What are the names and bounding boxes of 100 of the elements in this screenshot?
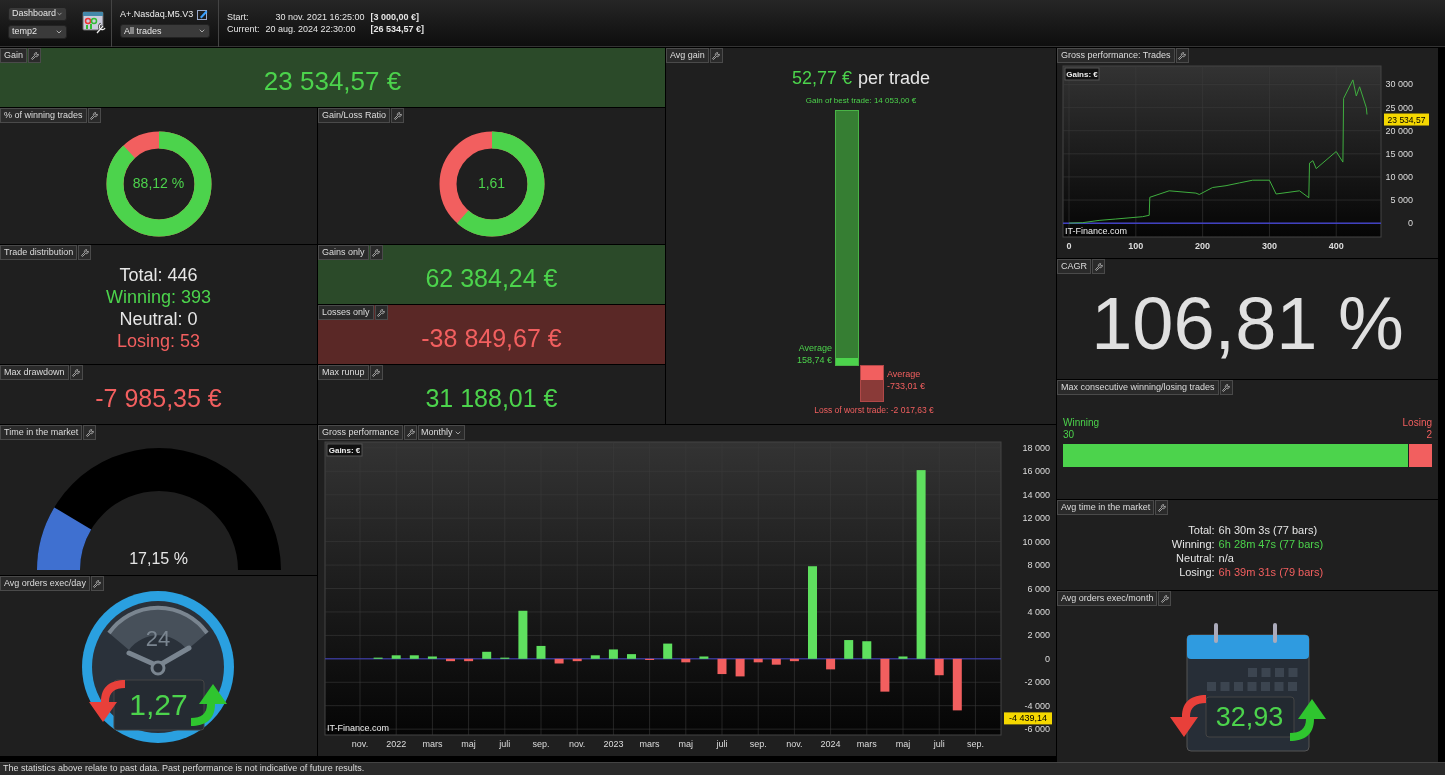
bar	[717, 658, 727, 675]
settings-button[interactable]	[404, 425, 418, 440]
value-text: -7 985,35 €	[95, 383, 222, 415]
panel-title: Time in the market	[0, 425, 83, 440]
wrench-icon	[1157, 503, 1166, 512]
axis-label: juli	[933, 739, 945, 749]
average-loss-label: Average	[887, 368, 922, 380]
trade-filter-select[interactable]: All trades	[120, 24, 210, 39]
axis-label: 10 000	[1022, 536, 1050, 547]
settings-button[interactable]	[78, 245, 92, 260]
axis-label: maj	[895, 739, 911, 749]
settings-button[interactable]	[369, 245, 383, 260]
axis-label: 300	[1261, 241, 1277, 251]
bar	[482, 651, 492, 659]
edit-icon[interactable]	[197, 9, 209, 20]
settings-button[interactable]	[1219, 380, 1233, 395]
chevron-icon	[55, 28, 63, 36]
bar	[464, 658, 474, 662]
value-text: 23 534,57 €	[263, 64, 402, 98]
wrench-icon	[85, 428, 94, 437]
axis-label: nov.	[786, 739, 803, 749]
settings-button[interactable]	[1092, 259, 1105, 274]
value-text: 17,15 %	[129, 549, 188, 569]
settings-button[interactable]	[374, 305, 388, 320]
settings-button[interactable]	[69, 365, 83, 380]
axis-label: 2024	[820, 739, 841, 749]
settings-button[interactable]	[709, 48, 723, 63]
settings-button[interactable]	[28, 48, 41, 63]
axis-label: sep.	[749, 739, 767, 749]
calendar-icon	[1169, 623, 1326, 753]
stat-value: 53	[180, 330, 201, 352]
settings-button[interactable]	[87, 108, 101, 123]
worst-trade-label: Loss of worst trade: -2 017,63 €	[814, 404, 934, 417]
bar	[663, 643, 673, 659]
average-loss-marker	[861, 366, 883, 380]
current-label: Current:	[227, 23, 260, 35]
wrench-icon	[72, 368, 81, 377]
axis-label: 14 000	[1022, 489, 1050, 500]
bar	[572, 658, 582, 662]
wrench-icon	[1160, 594, 1169, 603]
settings-button[interactable]	[1158, 591, 1172, 606]
axis-label: 4 000	[1027, 606, 1050, 617]
wrench-icon	[372, 368, 381, 377]
per-trade-label: per trade	[858, 67, 931, 90]
axis-label: 5 000	[1390, 195, 1413, 206]
period-select[interactable]: Monthly	[418, 425, 465, 440]
value-tag: 23 534,57	[1384, 113, 1429, 126]
average-gain-marker	[836, 358, 858, 365]
bar	[681, 658, 691, 663]
settings-button[interactable]	[369, 365, 383, 380]
stat-value: 6h 28m 47s (77 bars)	[1218, 536, 1324, 551]
axis-label: 16 000	[1022, 466, 1050, 477]
value-text: 62 384,24 €	[425, 263, 558, 295]
wrench-icon	[712, 51, 721, 60]
settings-button[interactable]	[83, 425, 97, 440]
axis-label: 10 000	[1385, 171, 1413, 182]
stat-label: Neutral:	[119, 308, 183, 330]
bar	[952, 658, 962, 711]
axis-label: nov.	[569, 739, 586, 749]
bar	[590, 655, 600, 659]
bar	[446, 658, 455, 662]
settings-button[interactable]	[1175, 48, 1189, 63]
stat-value: 0	[187, 308, 198, 330]
axis-label: -6 000	[1024, 724, 1050, 735]
losing-label: Losing	[1402, 417, 1432, 429]
value-text: 32,93	[1214, 701, 1285, 733]
panel-title: Trade distribution	[0, 245, 78, 260]
bar	[844, 640, 854, 659]
axis-label: 100	[1128, 241, 1144, 251]
bar	[391, 655, 401, 659]
view-select[interactable]: Dashboard	[8, 7, 67, 21]
settings-button[interactable]	[90, 576, 104, 591]
current-capital: [26 534,57 €]	[370, 23, 424, 35]
start-capital: [3 000,00 €]	[370, 11, 420, 23]
value-text: 1,61	[477, 174, 506, 193]
chevron-icon	[56, 10, 63, 18]
axis-label: 25 000	[1385, 102, 1413, 113]
bar	[934, 658, 944, 676]
wrench-icon	[80, 248, 89, 257]
template-select[interactable]: temp2	[8, 25, 67, 39]
bar	[862, 641, 872, 659]
settings-button[interactable]	[1155, 500, 1169, 515]
axis-label: 2022	[386, 739, 407, 749]
settings-button[interactable]	[391, 108, 405, 123]
wrench-icon	[1222, 383, 1231, 392]
panel-title: Gross performance: Trades	[1057, 48, 1175, 63]
bar	[880, 658, 890, 692]
dashboard-settings-icon[interactable]	[82, 11, 107, 35]
panel-title: Gains only	[318, 245, 369, 260]
bar	[735, 658, 745, 677]
bar	[427, 656, 437, 659]
panel-title: CAGR	[1057, 259, 1091, 274]
panel-title: Gross performance	[318, 425, 404, 440]
wrench-icon	[377, 308, 386, 317]
bar	[409, 655, 419, 659]
axis-label: 200	[1195, 241, 1211, 251]
stat-label: Winning:	[105, 286, 176, 308]
stat-label: Losing:	[116, 330, 175, 352]
best-trade-label: Gain of best trade: 14 053,00 €	[805, 95, 917, 107]
winning-label: Winning	[1063, 417, 1100, 429]
